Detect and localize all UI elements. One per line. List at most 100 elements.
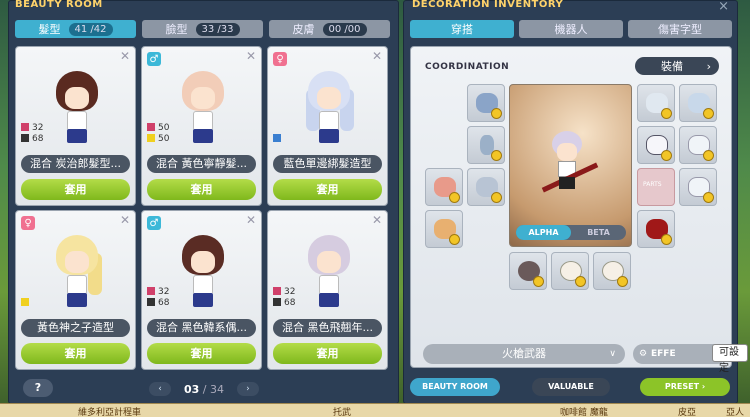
slot-face-2[interactable] [551,252,589,290]
hair-name: 黃色神之子造型 [21,319,130,337]
parts-label: PARTS [643,181,662,188]
coin-icon [661,234,672,245]
slot-face-3[interactable] [593,252,631,290]
close-icon[interactable]: ✕ [372,49,382,63]
beauty-tabs: 髮型 41 /42 臉型 33 /33 皮膚 00 /00 [15,20,390,38]
tab-face-label: 臉型 [165,23,188,36]
apply-button[interactable]: 套用 [21,343,130,364]
mix-stats: 32 68 [21,123,43,145]
slot-weapon[interactable] [637,210,675,248]
preset-button-label: PRESET [664,382,700,391]
slot-shoes[interactable] [679,168,717,206]
character-preview [304,71,354,151]
apply-button[interactable]: 套用 [147,343,256,364]
help-button[interactable]: ? [23,379,53,397]
hair-card[interactable]: ♂ ✕ 32 68 混合 黑色韓系偶... 套用 [141,210,262,370]
mix-stats: 32 68 [273,287,295,309]
close-icon[interactable]: ✕ [246,49,256,63]
character-preview [178,71,228,151]
preset-button[interactable]: PRESET › [640,378,730,396]
apply-button[interactable]: 套用 [273,343,382,364]
apply-button[interactable]: 套用 [273,179,382,200]
body-shape [193,111,213,131]
tab-android[interactable]: 機器人 [519,20,623,38]
close-icon[interactable]: ✕ [120,213,130,227]
face-shape [65,87,89,109]
hair-card[interactable]: ✕ 32 68 混合 黑色飛翹年... 套用 [267,210,388,370]
slot-earring[interactable] [467,126,505,164]
beta-toggle[interactable]: BETA [571,225,626,240]
decoration-inventory-window: DECORATION INVENTORY × 穿搭 機器人 傷害字型 COORD… [403,0,738,404]
alpha-toggle[interactable]: ALPHA [516,225,571,240]
mix-stats: 32 68 [147,287,169,309]
equip-button[interactable]: 裝備 › [635,57,719,75]
game-status-bar: 維多利亞計程車 托武 咖啡館 魔龍 皮亞 亞人 [0,403,750,417]
valuable-button[interactable]: VALUABLE [532,378,610,396]
tab-skin[interactable]: 皮膚 00 /00 [269,20,390,38]
coin-icon [703,150,714,161]
slot-hat[interactable] [467,84,505,122]
apply-button[interactable]: 套用 [21,179,130,200]
stat-value: 68 [158,298,170,308]
character-preview [304,235,354,315]
slot-gloves[interactable] [679,126,717,164]
tab-damage-skin[interactable]: 傷害字型 [628,20,732,38]
hair-card[interactable]: ♀ ✕ 藍色單邊綁髮造型 套用 [267,46,388,206]
coin-icon [575,276,586,287]
hair-card[interactable]: ♂ ✕ 50 50 混合 黃色寧靜髮... 套用 [141,46,262,206]
face-shape [317,87,341,109]
slot-face-accessory[interactable] [425,168,463,206]
stat-value: 32 [32,123,44,133]
alpha-beta-toggle: ALPHA BETA [516,225,626,240]
face-shape [191,87,215,109]
weapon-type-dropdown[interactable]: 火槍武器 ∨ [423,344,625,364]
coin-icon [703,192,714,203]
coin-icon [449,192,460,203]
stat-value: 68 [32,134,44,144]
next-page-button[interactable]: › [236,382,259,396]
slot-top[interactable] [637,126,675,164]
prev-page-button[interactable]: ‹ [149,382,171,396]
tooltip: 可設定 [712,344,748,374]
tab-hair-label: 髮型 [38,23,61,36]
tab-face[interactable]: 臉型 33 /33 [142,20,263,38]
stat-value: 68 [284,298,296,308]
male-icon: ♂ [147,216,161,230]
legs-shape [193,129,213,143]
tab-skin-count: 00 /00 [322,22,367,36]
close-icon[interactable]: ✕ [372,213,382,227]
hair-card[interactable]: ♀ ✕ 黃色神之子造型 套用 [15,210,136,370]
coin-icon [491,108,502,119]
slot-face-1[interactable] [509,252,547,290]
hair-name: 混合 炭治郎髮型... [21,155,130,173]
color-swatch [273,134,281,142]
pagination: ‹ 03 / 34 › [149,381,259,397]
slot-ring[interactable] [637,84,675,122]
close-icon[interactable]: × [718,0,729,14]
stat-value: 50 [158,123,170,133]
face-shape [191,251,215,273]
preview-legs-shape [559,177,575,189]
tab-outfit[interactable]: 穿搭 [410,20,514,38]
slot-pendant[interactable] [679,84,717,122]
close-icon[interactable]: ✕ [246,213,256,227]
beauty-room-title: BEAUTY ROOM [15,0,103,10]
slot-eye-accessory[interactable] [467,168,505,206]
close-icon[interactable]: ✕ [120,49,130,63]
body-shape [319,111,339,131]
map-label: 皮亞 [678,408,697,417]
character-preview [52,71,102,151]
tab-hair-count: 41 /42 [68,22,113,36]
beauty-room-button[interactable]: BEAUTY ROOM [410,378,500,396]
hair-card[interactable]: ✕ 32 68 混合 炭治郎髮型... 套用 [15,46,136,206]
legs-shape [319,129,339,143]
character-preview [178,235,228,315]
slot-cape[interactable] [425,210,463,248]
mix-stats: 50 50 [147,123,169,145]
character-preview [52,235,102,315]
tab-hair[interactable]: 髮型 41 /42 [15,20,136,38]
coin-icon [533,276,544,287]
apply-button[interactable]: 套用 [147,179,256,200]
slot-parts[interactable]: PARTS [637,168,675,206]
coin-icon [617,276,628,287]
